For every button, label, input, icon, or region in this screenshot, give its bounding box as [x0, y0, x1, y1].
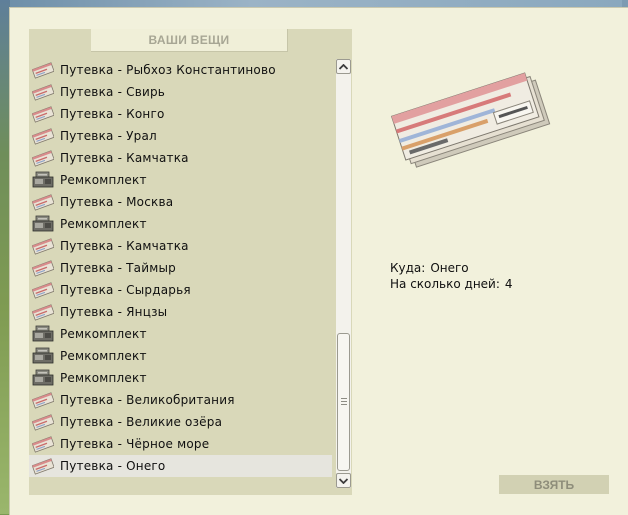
- list-item-label: Путевка - Великобритания: [60, 393, 235, 407]
- panel-title: ВАШИ ВЕЩИ: [148, 33, 230, 47]
- repair-kit-icon: [32, 215, 54, 232]
- repair-kit-icon: [32, 347, 54, 364]
- ticket-icon: [32, 62, 54, 79]
- ticket-icon: [32, 238, 54, 255]
- inventory-item-list: Путевка - Рыбхоз Константиново Путевка - …: [29, 59, 332, 477]
- list-item[interactable]: Путевка - Онего: [29, 455, 332, 477]
- list-item[interactable]: Путевка - Янцзы: [29, 301, 332, 323]
- ticket-icon: [32, 128, 54, 145]
- list-item-label: Ремкомплект: [60, 173, 147, 187]
- list-item[interactable]: Путевка - Москва: [29, 191, 332, 213]
- list-item-label: Ремкомплект: [60, 327, 147, 341]
- ticket-icon: [32, 392, 54, 409]
- list-item[interactable]: Путевка - Сырдарья: [29, 279, 332, 301]
- ticket-icon: [32, 260, 54, 277]
- panel-header-tab: ВАШИ ВЕЩИ: [91, 29, 288, 52]
- list-item-label: Ремкомплект: [60, 217, 147, 231]
- list-item[interactable]: Ремкомплект: [29, 345, 332, 367]
- list-item-label: Путевка - Сырдарья: [60, 283, 191, 297]
- ticket-icon: [32, 150, 54, 167]
- list-item-label: Путевка - Чёрное море: [60, 437, 210, 451]
- list-item-label: Ремкомплект: [60, 349, 147, 363]
- repair-kit-icon: [32, 171, 54, 188]
- inventory-window: ВАШИ ВЕЩИ Путевка - Рыбхоз Константиново…: [9, 7, 628, 515]
- list-item[interactable]: Ремкомплект: [29, 323, 332, 345]
- list-item[interactable]: Ремкомплект: [29, 213, 332, 235]
- ticket-icon: [32, 436, 54, 453]
- inventory-list-panel: ВАШИ ВЕЩИ Путевка - Рыбхоз Константиново…: [29, 29, 352, 495]
- scroll-down-button[interactable]: [336, 473, 351, 488]
- list-item-label: Путевка - Камчатка: [60, 239, 189, 253]
- list-item-label: Путевка - Янцзы: [60, 305, 168, 319]
- list-item[interactable]: Путевка - Великобритания: [29, 389, 332, 411]
- scroll-thumb[interactable]: [337, 333, 350, 471]
- item-details: Куда: Онего На сколько дней: 4: [390, 260, 513, 292]
- ticket-icon: [32, 106, 54, 123]
- scroll-up-button[interactable]: [336, 59, 351, 74]
- list-item[interactable]: Путевка - Урал: [29, 125, 332, 147]
- list-item[interactable]: Путевка - Рыбхоз Константиново: [29, 59, 332, 81]
- list-item-label: Путевка - Таймыр: [60, 261, 176, 275]
- scroll-up-arrow-icon: [339, 63, 348, 70]
- list-item[interactable]: Путевка - Чёрное море: [29, 433, 332, 455]
- ticket-icon: [32, 458, 54, 475]
- destination-label: Куда:: [390, 261, 426, 275]
- scroll-down-arrow-icon: [339, 477, 348, 484]
- list-item-label: Путевка - Урал: [60, 129, 157, 143]
- list-item-label: Ремкомплект: [60, 371, 147, 385]
- list-item-label: Путевка - Москва: [60, 195, 174, 209]
- ticket-icon: [32, 414, 54, 431]
- list-item-label: Путевка - Онего: [60, 459, 166, 473]
- days-value: 4: [504, 277, 513, 291]
- ticket-icon: [32, 304, 54, 321]
- list-item-label: Путевка - Камчатка: [60, 151, 189, 165]
- destination-value: Онего: [430, 261, 469, 275]
- take-button[interactable]: ВЗЯТЬ: [499, 475, 609, 494]
- list-item-label: Путевка - Конго: [60, 107, 165, 121]
- destination-row: Куда: Онего: [390, 260, 513, 276]
- list-scrollbar[interactable]: [336, 59, 351, 488]
- list-item[interactable]: Путевка - Конго: [29, 103, 332, 125]
- list-item[interactable]: Путевка - Свирь: [29, 81, 332, 103]
- list-item[interactable]: Путевка - Таймыр: [29, 257, 332, 279]
- ticket-icon: [32, 194, 54, 211]
- days-label: На сколько дней:: [390, 277, 500, 291]
- ticket-bundle-icon: [390, 72, 551, 168]
- list-item-label: Путевка - Рыбхоз Константиново: [60, 63, 276, 77]
- ticket-icon: [32, 282, 54, 299]
- ticket-icon: [32, 84, 54, 101]
- repair-kit-icon: [32, 325, 54, 342]
- repair-kit-icon: [32, 369, 54, 386]
- list-item[interactable]: Путевка - Великие озёра: [29, 411, 332, 433]
- list-item-label: Путевка - Свирь: [60, 85, 166, 99]
- list-item[interactable]: Ремкомплект: [29, 169, 332, 191]
- scroll-thumb-grip: [341, 398, 347, 405]
- list-item[interactable]: Ремкомплект: [29, 367, 332, 389]
- list-item-label: Путевка - Великие озёра: [60, 415, 223, 429]
- list-item[interactable]: Путевка - Камчатка: [29, 147, 332, 169]
- list-item[interactable]: Путевка - Камчатка: [29, 235, 332, 257]
- days-row: На сколько дней: 4: [390, 276, 513, 292]
